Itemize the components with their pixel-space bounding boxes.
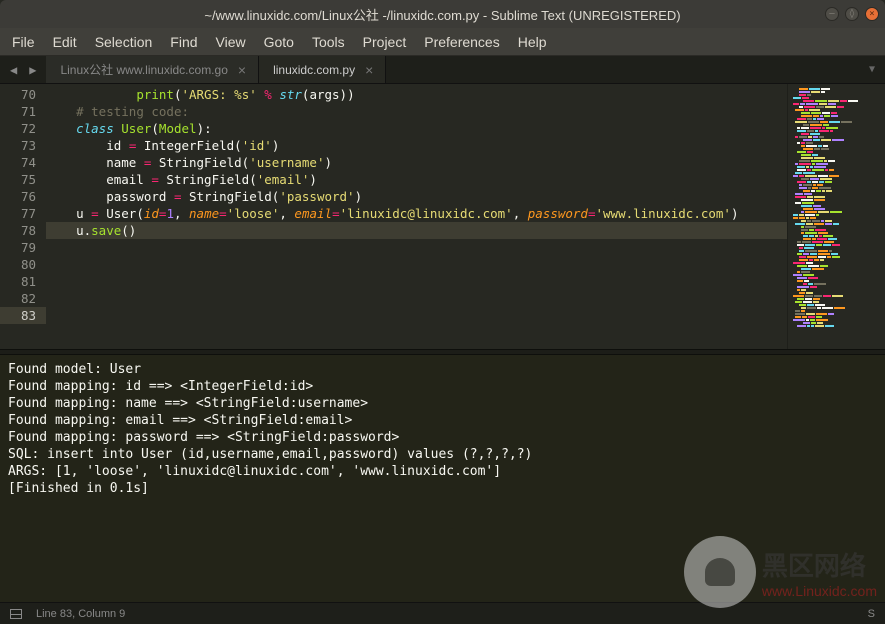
tab-overflow[interactable]: ▼ (859, 56, 885, 83)
menu-edit[interactable]: Edit (53, 34, 77, 50)
tab-label: Linux公社 www.linuxidc.com.go (60, 61, 227, 78)
tab-label: linuxidc.com.py (273, 63, 355, 77)
cursor-position[interactable]: Line 83, Column 9 (36, 608, 125, 620)
minimize-button[interactable]: – (825, 7, 839, 21)
chevron-down-icon: ▼ (869, 64, 875, 75)
close-button[interactable]: × (865, 7, 879, 21)
panel-toggle-icon[interactable] (10, 609, 22, 619)
maximize-button[interactable]: ◊ (845, 7, 859, 21)
tabbar: ◀ ▶ Linux公社 www.linuxidc.com.go × linuxi… (0, 56, 885, 84)
window-title: ~/www.linuxidc.com/Linux公社 -/linuxidc.co… (204, 5, 680, 24)
code-area[interactable]: print('ARGS: %s' % str(args)) # testing … (46, 84, 787, 349)
tab-prev-icon[interactable]: ◀ (6, 61, 21, 79)
menu-find[interactable]: Find (170, 34, 197, 50)
close-icon[interactable]: × (365, 62, 373, 78)
menu-tools[interactable]: Tools (312, 34, 345, 50)
statusbar: Line 83, Column 9 S (0, 602, 885, 624)
tab-nav: ◀ ▶ (0, 56, 46, 83)
menu-preferences[interactable]: Preferences (424, 34, 499, 50)
tab-active[interactable]: linuxidc.com.py × (259, 56, 386, 83)
status-spaces[interactable]: S (868, 608, 875, 620)
tab-inactive[interactable]: Linux公社 www.linuxidc.com.go × (46, 56, 259, 83)
menubar: File Edit Selection Find View Goto Tools… (0, 28, 885, 56)
titlebar: ~/www.linuxidc.com/Linux公社 -/linuxidc.co… (0, 0, 885, 28)
window-controls: – ◊ × (825, 7, 879, 21)
menu-file[interactable]: File (12, 34, 35, 50)
menu-view[interactable]: View (216, 34, 246, 50)
line-gutter: 7071727374757677787980818283 (0, 84, 46, 349)
editor[interactable]: 7071727374757677787980818283 print('ARGS… (0, 84, 885, 349)
minimap[interactable] (787, 84, 885, 349)
tab-next-icon[interactable]: ▶ (25, 61, 40, 79)
menu-help[interactable]: Help (518, 34, 547, 50)
menu-selection[interactable]: Selection (95, 34, 153, 50)
close-icon[interactable]: × (238, 62, 246, 78)
menu-goto[interactable]: Goto (264, 34, 294, 50)
menu-project[interactable]: Project (363, 34, 407, 50)
output-panel[interactable]: Found model: User Found mapping: id ==> … (0, 355, 885, 602)
